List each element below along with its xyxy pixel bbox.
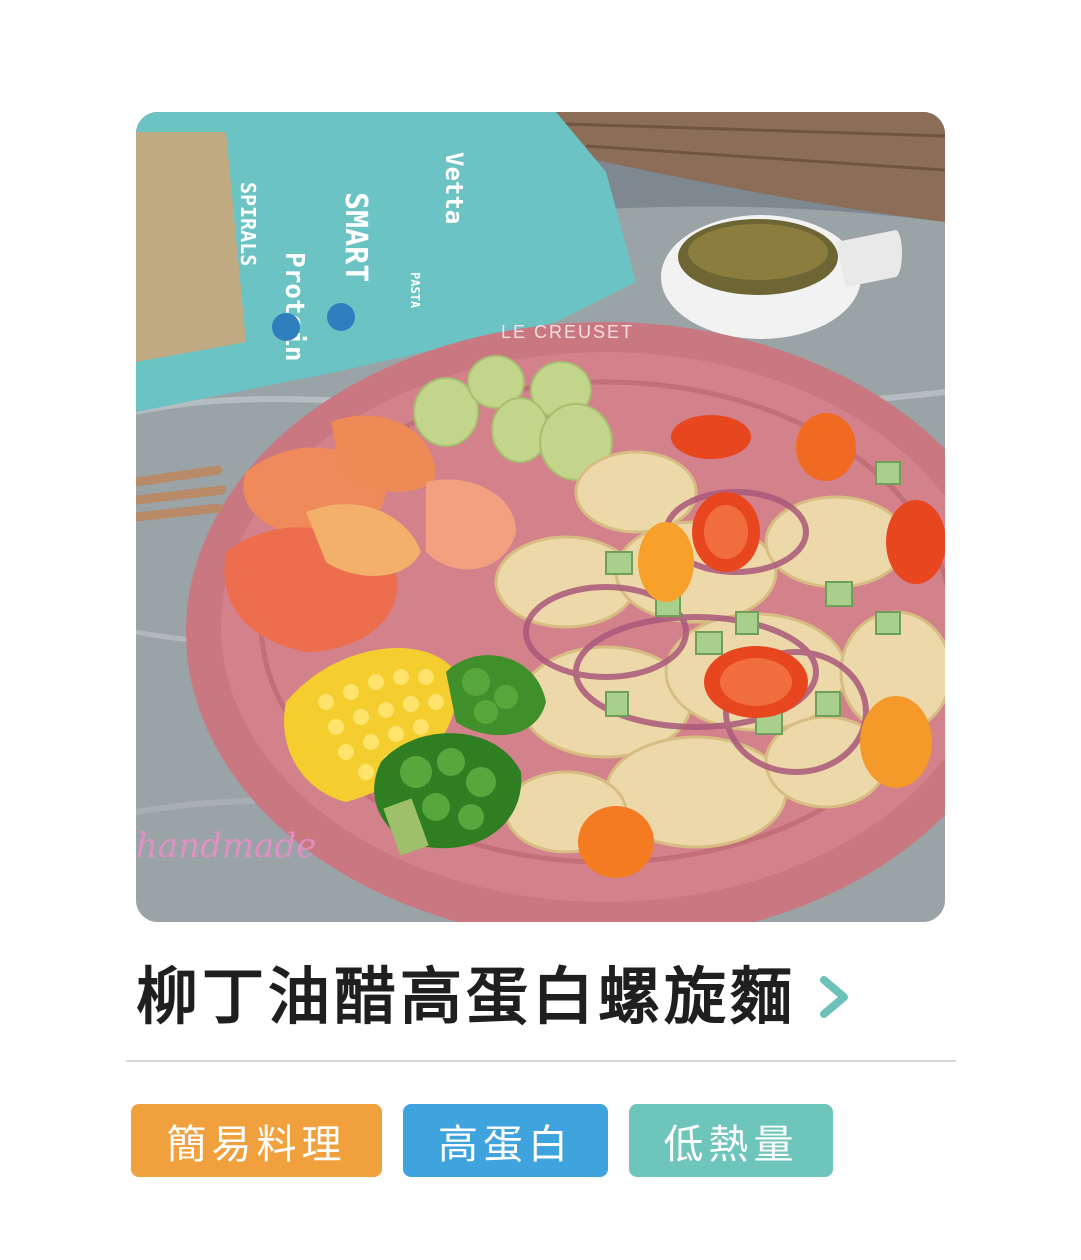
recipe-card[interactable]: Protein SMART Vetta SPIRALS PASTA LE CRE… [0,0,1081,1260]
chevron-right-icon[interactable] [814,974,854,1020]
tag-label: 簡易料理 [166,1121,347,1168]
tag-high-protein[interactable]: 高蛋白 [403,1104,608,1177]
package-name: SMART [338,192,373,282]
package-brand: Vetta [440,152,468,224]
package-type: SPIRALS [236,182,260,266]
recipe-title-row[interactable]: 柳丁油醋高蛋白螺旋麵 [136,958,854,1036]
tag-label: 低熱量 [663,1121,799,1168]
package-product: Protein [279,252,309,362]
package-sub: PASTA [408,272,422,309]
tag-low-calorie[interactable]: 低熱量 [629,1104,833,1177]
tag-label: 高蛋白 [438,1121,573,1168]
plate-brand: LE CREUSET [501,322,634,342]
recipe-photo-illustration: Protein SMART Vetta SPIRALS PASTA LE CRE… [136,112,945,922]
recipe-title[interactable]: 柳丁油醋高蛋白螺旋麵 [136,966,796,1028]
tag-easy-cooking[interactable]: 簡易料理 [131,1104,382,1177]
divider [126,1060,956,1062]
recipe-photo[interactable]: Protein SMART Vetta SPIRALS PASTA LE CRE… [136,112,945,922]
tag-list: 簡易料理 高蛋白 低熱量 [131,1104,833,1177]
watermark: handmade [136,826,316,866]
